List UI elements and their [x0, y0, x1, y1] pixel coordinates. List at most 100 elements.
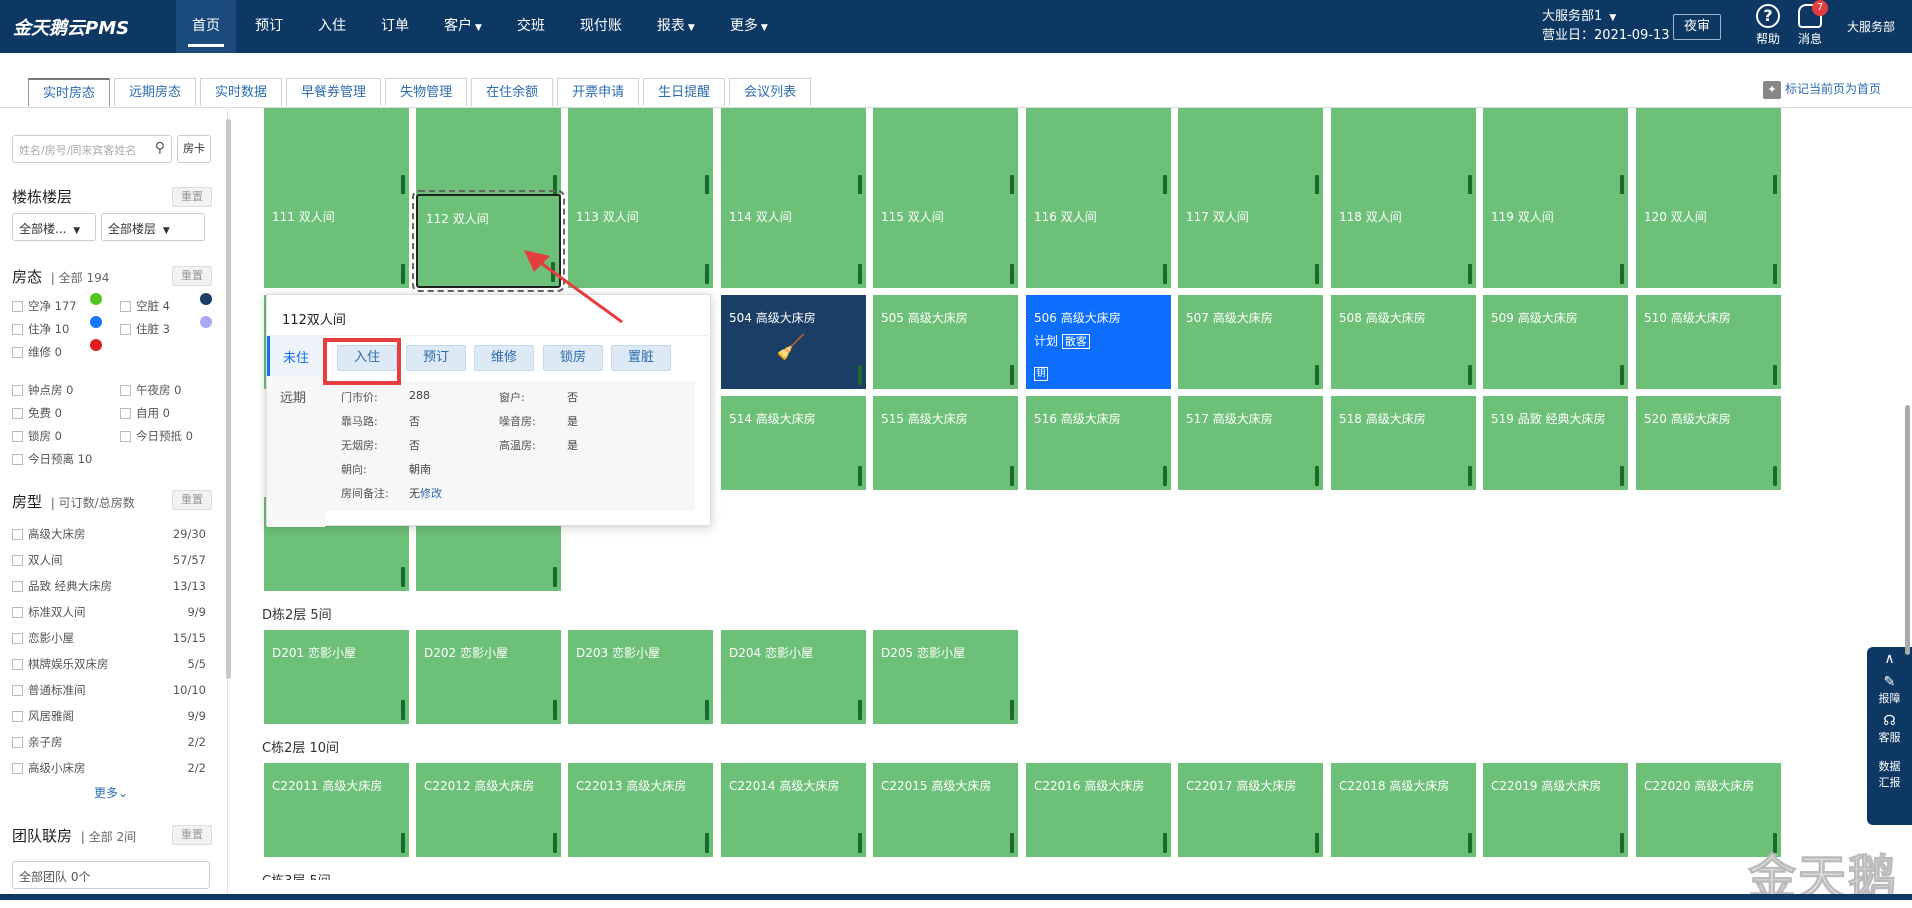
roomtype-row[interactable]: 普通标准间 10/10	[12, 682, 206, 698]
room-tile-515[interactable]: 515 高级大床房	[873, 396, 1018, 490]
room-tile-c22016[interactable]: C22016 高级大床房	[1026, 763, 1171, 857]
roomtype-row[interactable]: 双人间 57/57	[12, 552, 206, 568]
tab-future-status[interactable]: 远期房态	[114, 78, 197, 106]
tab-lost-found[interactable]: 失物管理	[385, 78, 468, 106]
tab-realtime-status[interactable]: 实时房态	[28, 78, 111, 106]
roomtype-row[interactable]: 恋影小屋 15/15	[12, 630, 206, 646]
popup-tab-current[interactable]: 未住	[267, 336, 325, 376]
tab-realtime-data[interactable]: 实时数据	[200, 78, 283, 106]
app-logo[interactable]: 金天鹅云PMS	[13, 14, 129, 40]
nav-customers[interactable]: 客户 ▼	[428, 0, 498, 53]
roomtype-row[interactable]: 高级小床房 2/2	[12, 760, 206, 776]
status-checkbox-vacant-dirty[interactable]: 空脏 4	[120, 298, 170, 314]
room-tile-516[interactable]: 516 高级大床房	[1026, 396, 1171, 490]
user-menu[interactable]: 大服务部	[1847, 18, 1895, 35]
room-tile-519[interactable]: 519 品致 经典大床房	[1483, 396, 1628, 490]
room-tile-518[interactable]: 518 高级大床房	[1331, 396, 1476, 490]
nav-more[interactable]: 更多 ▼	[714, 0, 784, 53]
flag-checkbox-hourly[interactable]: 钟点房 0	[12, 382, 73, 398]
room-tile-120[interactable]: 120 双人间	[1636, 194, 1781, 288]
status-checkbox-occupied-dirty[interactable]: 住脏 3	[120, 321, 170, 337]
flag-checkbox-arrival[interactable]: 今日预抵 0	[120, 428, 193, 444]
room-tile-d205[interactable]: D205 恋影小屋	[873, 630, 1018, 724]
roomtype-row[interactable]: 棋牌娱乐双床房 5/5	[12, 656, 206, 672]
room-tile-506[interactable]: 506 高级大床房 计划 散客 钥	[1026, 295, 1171, 389]
team-select[interactable]: 全部团队 0个	[12, 861, 210, 889]
room-tile-c22011[interactable]: C22011 高级大床房	[264, 763, 409, 857]
room-tile[interactable]	[873, 108, 1018, 199]
night-audit-button[interactable]: 夜审	[1673, 14, 1721, 40]
nav-shift[interactable]: 交班	[501, 0, 561, 53]
nav-cash-account[interactable]: 现付账	[564, 0, 638, 53]
tab-meetings[interactable]: 会议列表	[729, 78, 812, 106]
nav-reports[interactable]: 报表 ▼	[641, 0, 711, 53]
flag-checkbox-locked[interactable]: 锁房 0	[12, 428, 62, 444]
room-tile-c22019[interactable]: C22019 高级大床房	[1483, 763, 1628, 857]
room-tile-517[interactable]: 517 高级大床房	[1178, 396, 1323, 490]
room-tile-509[interactable]: 509 高级大床房	[1483, 295, 1628, 389]
roomtype-reset-button[interactable]: 重置	[172, 490, 212, 510]
room-tile[interactable]	[416, 108, 561, 199]
room-tile-d201[interactable]: D201 恋影小屋	[264, 630, 409, 724]
team-reset-button[interactable]: 重置	[172, 825, 212, 845]
room-tile-504[interactable]: 504 高级大床房 🧹	[721, 295, 866, 389]
room-tile-111[interactable]: 111 双人间	[264, 194, 409, 288]
pin-homepage-link[interactable]: ✦ 标记当前页为首页	[1763, 80, 1881, 99]
search-icon[interactable]: ⚲	[155, 140, 165, 156]
room-tile[interactable]	[1026, 108, 1171, 199]
report-issue-button[interactable]: ✎ 报障	[1867, 670, 1912, 709]
set-dirty-button[interactable]: 置脏	[611, 345, 671, 371]
tab-birthday[interactable]: 生日提醒	[643, 78, 726, 106]
maintenance-button[interactable]: 维修	[474, 345, 534, 371]
room-tile[interactable]	[568, 108, 713, 199]
room-tile-d202[interactable]: D202 恋影小屋	[416, 630, 561, 724]
room-tile[interactable]	[1178, 108, 1323, 199]
roomtype-row[interactable]: 亲子房 2/2	[12, 734, 206, 750]
roomtype-row[interactable]: 品致 经典大床房 13/13	[12, 578, 206, 594]
nav-reservation[interactable]: 预订	[239, 0, 299, 53]
building-reset-button[interactable]: 重置	[172, 187, 212, 207]
nav-home[interactable]: 首页	[176, 0, 236, 53]
room-tile-119[interactable]: 119 双人间	[1483, 194, 1628, 288]
flag-checkbox-free[interactable]: 免费 0	[12, 405, 62, 421]
room-tile-117[interactable]: 117 双人间	[1178, 194, 1323, 288]
messages-button[interactable]: 7 消息	[1790, 0, 1830, 47]
room-tile-114[interactable]: 114 双人间	[721, 194, 866, 288]
room-tile-116[interactable]: 116 双人间	[1026, 194, 1171, 288]
room-tile-c22013[interactable]: C22013 高级大床房	[568, 763, 713, 857]
flag-checkbox-departure[interactable]: 今日预离 10	[12, 451, 92, 467]
room-tile-510[interactable]: 510 高级大床房	[1636, 295, 1781, 389]
room-tile-115[interactable]: 115 双人间	[873, 194, 1018, 288]
tab-balance[interactable]: 在住余额	[471, 78, 554, 106]
room-tile-c22018[interactable]: C22018 高级大床房	[1331, 763, 1476, 857]
room-tile-c22015[interactable]: C22015 高级大床房	[873, 763, 1018, 857]
roomtype-row[interactable]: 风居雅阁 9/9	[12, 708, 206, 724]
popup-tab-future[interactable]: 远期	[267, 376, 325, 416]
room-card-button[interactable]: 房卡	[177, 135, 211, 163]
room-tile-520[interactable]: 520 高级大床房	[1636, 396, 1781, 490]
nav-orders[interactable]: 订单	[365, 0, 425, 53]
tab-invoice[interactable]: 开票申请	[557, 78, 640, 106]
room-tile-118[interactable]: 118 双人间	[1331, 194, 1476, 288]
room-tile-d204[interactable]: D204 恋影小屋	[721, 630, 866, 724]
main-scrollbar[interactable]	[1905, 405, 1910, 655]
status-reset-button[interactable]: 重置	[172, 266, 212, 286]
data-report-button[interactable]: 数据汇报	[1867, 748, 1912, 793]
flag-checkbox-selfuse[interactable]: 自用 0	[120, 405, 170, 421]
reserve-button[interactable]: 预订	[406, 345, 466, 371]
room-tile-d203[interactable]: D203 恋影小屋	[568, 630, 713, 724]
lock-room-button[interactable]: 锁房	[543, 345, 603, 371]
room-tile[interactable]	[721, 108, 866, 199]
room-tile[interactable]	[1483, 108, 1628, 199]
room-tile-c22017[interactable]: C22017 高级大床房	[1178, 763, 1323, 857]
room-tile-505[interactable]: 505 高级大床房	[873, 295, 1018, 389]
status-checkbox-maintenance[interactable]: 维修 0	[12, 344, 62, 360]
department-selector[interactable]: 大服务部1 ▼ 营业日：2021-09-13	[1542, 8, 1670, 45]
search-input[interactable]: 姓名/房号/同来宾客姓名 ⚲	[12, 135, 172, 163]
room-tile-c22014[interactable]: C22014 高级大床房	[721, 763, 866, 857]
sidebar-scrollbar[interactable]	[226, 119, 231, 679]
floor-select[interactable]: 全部楼层 ▼	[101, 213, 205, 241]
customer-service-button[interactable]: ☊ 客服	[1867, 709, 1912, 748]
help-button[interactable]: ? 帮助	[1748, 4, 1788, 47]
room-tile[interactable]	[264, 108, 409, 199]
